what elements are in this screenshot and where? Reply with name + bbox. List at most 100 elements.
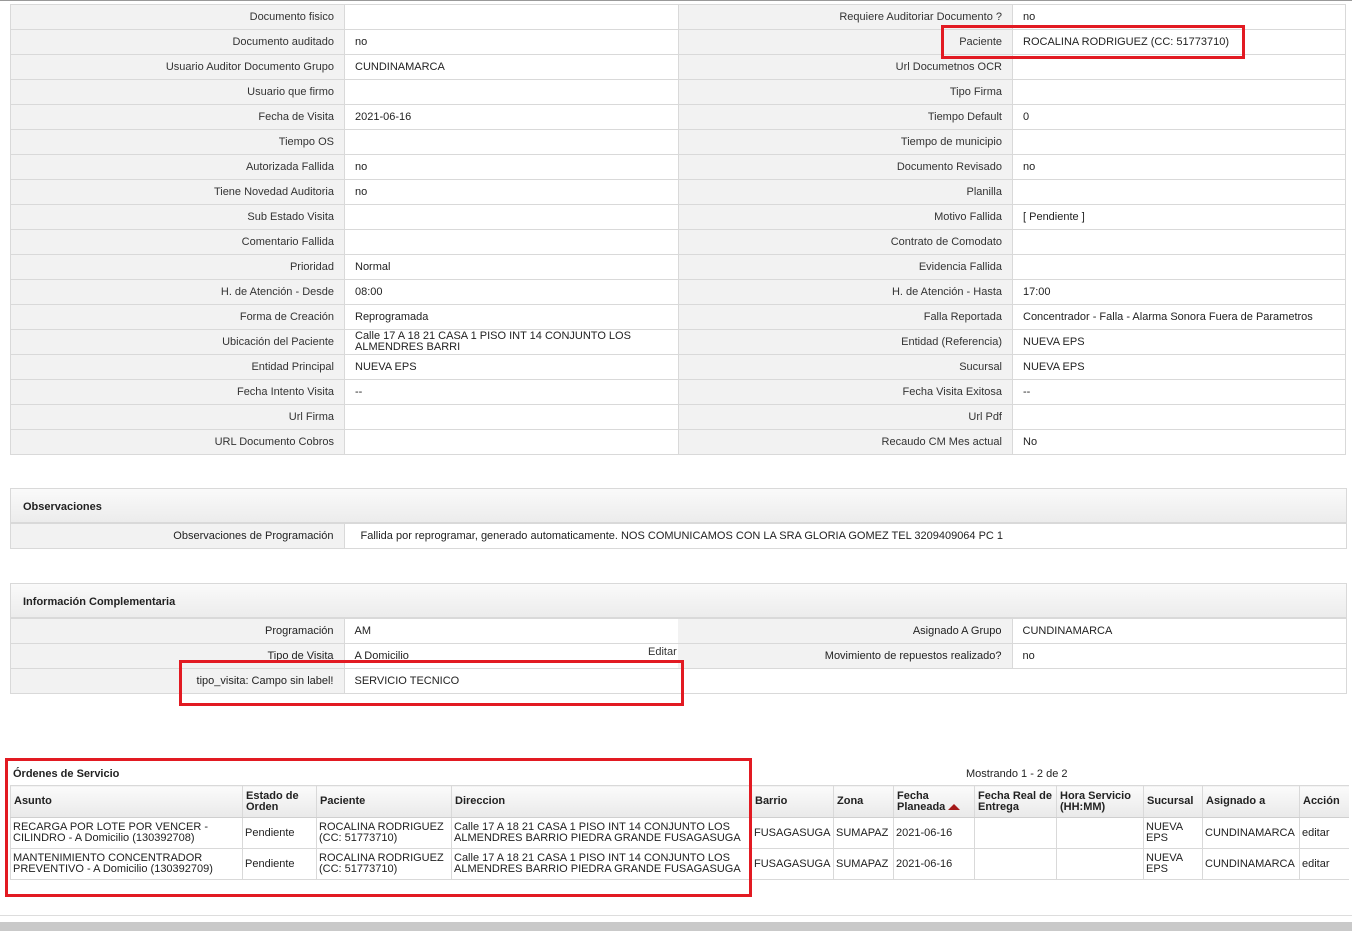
field-label: Programación [11, 618, 345, 644]
field-value: no [344, 154, 679, 180]
field-label: Tipo de Visita [11, 643, 345, 669]
column-header-label: Fecha Real de Entrega [978, 789, 1052, 813]
observaciones-value: Fallida por reprogramar, generado automa… [344, 523, 1346, 548]
field-value: CUNDINAMARCA [1012, 618, 1346, 644]
field-value: [ Pendiente ] [1012, 204, 1346, 230]
field-value: ROCALINA RODRIGUEZ (CC: 51773710) [1012, 29, 1346, 55]
field-value [344, 79, 679, 105]
field-value [1012, 254, 1346, 280]
field-label: Planilla [678, 179, 1013, 205]
detail-row: Documento fisico Requiere Auditoriar Docu… [10, 4, 1346, 30]
field-value [344, 229, 679, 255]
field-value [344, 4, 679, 30]
ordenes-table: Asunto Estado de Orden Paciente Direccion Ba… [10, 785, 1349, 880]
field-value: -- [1012, 379, 1346, 405]
table-cell: Pendiente [242, 848, 317, 880]
field-label: Fecha de Visita [10, 104, 345, 130]
field-value [344, 429, 679, 455]
observaciones-title: Observaciones [11, 489, 1346, 523]
complementaria-row: Tipo de Visita A Domicilio Movimiento de r… [11, 643, 1346, 669]
column-header[interactable]: Paciente [316, 785, 452, 818]
field-label: Documento fisico [10, 4, 345, 30]
column-header[interactable]: Asunto [10, 785, 243, 818]
column-header-label: Fecha Planeada [897, 789, 946, 813]
field-value [344, 404, 679, 430]
column-header[interactable]: Estado de Orden [242, 785, 317, 818]
editar-row-link[interactable]: editar [1299, 848, 1349, 880]
field-label: Url Pdf [678, 404, 1013, 430]
editar-row-link[interactable]: editar [1299, 817, 1349, 849]
column-header-label: Asunto [14, 795, 52, 807]
field-label [678, 668, 1012, 693]
detail-row: Forma de Creación Reprogramada Falla Repor… [10, 304, 1346, 330]
complementaria-row: Programación AM Asignado A Grupo CUNDINAMAR… [11, 618, 1346, 644]
field-value: Reprogramada [344, 304, 679, 330]
detail-row: Tiene Novedad Auditoria no Planilla [10, 179, 1346, 205]
field-value: no [344, 29, 679, 55]
observaciones-label: Observaciones de Programación [11, 523, 345, 548]
field-value: 17:00 [1012, 279, 1346, 305]
column-header[interactable]: Hora Servicio (HH:MM) [1056, 785, 1144, 818]
column-header[interactable]: Fecha Planeada [893, 785, 975, 818]
column-header[interactable]: Fecha Real de Entrega [974, 785, 1057, 818]
table-cell: NUEVA EPS [1143, 817, 1203, 849]
field-value: NUEVA EPS [1012, 354, 1346, 380]
detail-row: Sub Estado Visita Motivo Fallida[ Pendien… [10, 204, 1346, 230]
field-value [1012, 179, 1346, 205]
field-label: Autorizada Fallida [10, 154, 345, 180]
detail-row: Entidad Principal NUEVA EPS Sucursal NUEVA … [10, 354, 1346, 380]
field-value: -- [344, 379, 679, 405]
bottom-divider [0, 915, 1352, 916]
field-value: NUEVA EPS [1012, 329, 1346, 355]
complementaria-row: tipo_visita: Campo sin label! SERVICIO TE… [11, 668, 1346, 693]
sort-ascending-icon[interactable] [948, 803, 961, 810]
column-header-label: Estado de Orden [246, 789, 299, 813]
detail-row: Autorizada Fallida no Documento Revisado no [10, 154, 1346, 180]
detail-row: H. de Atención - Desde 08:00 H. de Atenció… [10, 279, 1346, 305]
table-cell: CUNDINAMARCA [1202, 817, 1300, 849]
detail-row: Tiempo OS Tiempo de municipio [10, 129, 1346, 155]
field-label: Tiempo de municipio [678, 129, 1013, 155]
table-cell: ROCALINA RODRIGUEZ (CC: 51773710) [316, 848, 452, 880]
pagination-info: Mostrando 1 - 2 de 2 [966, 768, 1068, 780]
column-header-label: Barrio [755, 795, 788, 807]
field-value: no [1012, 643, 1346, 669]
field-label: Sucursal [678, 354, 1013, 380]
field-value: Normal [344, 254, 679, 280]
detail-row: Url Firma Url Pdf [10, 404, 1346, 430]
table-cell: FUSAGASUGA [751, 817, 834, 849]
table-cell: 2021-06-16 [893, 817, 975, 849]
editar-link[interactable]: Editar [648, 646, 677, 658]
complementaria-title: Información Complementaria [11, 584, 1346, 618]
field-value: 0 [1012, 104, 1346, 130]
field-label: Contrato de Comodato [678, 229, 1013, 255]
field-label: Usuario Auditor Documento Grupo [10, 54, 345, 80]
detail-row: URL Documento Cobros Recaudo CM Mes actua… [10, 429, 1346, 455]
field-label: Entidad Principal [10, 354, 345, 380]
table-cell: Calle 17 A 18 21 CASA 1 PISO INT 14 CONJ… [451, 848, 752, 880]
field-value: Concentrador - Falla - Alarma Sonora Fue… [1012, 304, 1346, 330]
column-header[interactable]: Asignado a [1202, 785, 1300, 818]
detail-row: Documento auditado no Paciente ROCALINA ROD… [10, 29, 1346, 55]
column-header[interactable]: Sucursal [1143, 785, 1203, 818]
table-cell: Pendiente [242, 817, 317, 849]
column-header-label: Direccion [455, 795, 506, 807]
column-header[interactable]: Barrio [751, 785, 834, 818]
field-value: CUNDINAMARCA [344, 54, 679, 80]
column-header[interactable]: Zona [833, 785, 894, 818]
field-value [1012, 54, 1346, 80]
horizontal-scrollbar[interactable] [0, 922, 1352, 931]
field-label: Tiempo OS [10, 129, 345, 155]
observaciones-row: Observaciones de Programación Fallida po… [11, 523, 1346, 548]
field-label: Prioridad [10, 254, 345, 280]
field-label: Url Firma [10, 404, 345, 430]
detail-row: Usuario que firmo Tipo Firma [10, 79, 1346, 105]
table-row: RECARGA POR LOTE POR VENCER - CILINDRO -… [10, 817, 1349, 849]
field-label: Requiere Auditoriar Documento ? [678, 4, 1013, 30]
column-header[interactable]: Direccion [451, 785, 752, 818]
detail-row: Ubicación del Paciente Calle 17 A 18 21 C… [10, 329, 1346, 355]
field-label: H. de Atención - Hasta [678, 279, 1013, 305]
table-cell: ROCALINA RODRIGUEZ (CC: 51773710) [316, 817, 452, 849]
field-value [1012, 668, 1346, 693]
column-header[interactable]: Acción [1299, 785, 1349, 818]
